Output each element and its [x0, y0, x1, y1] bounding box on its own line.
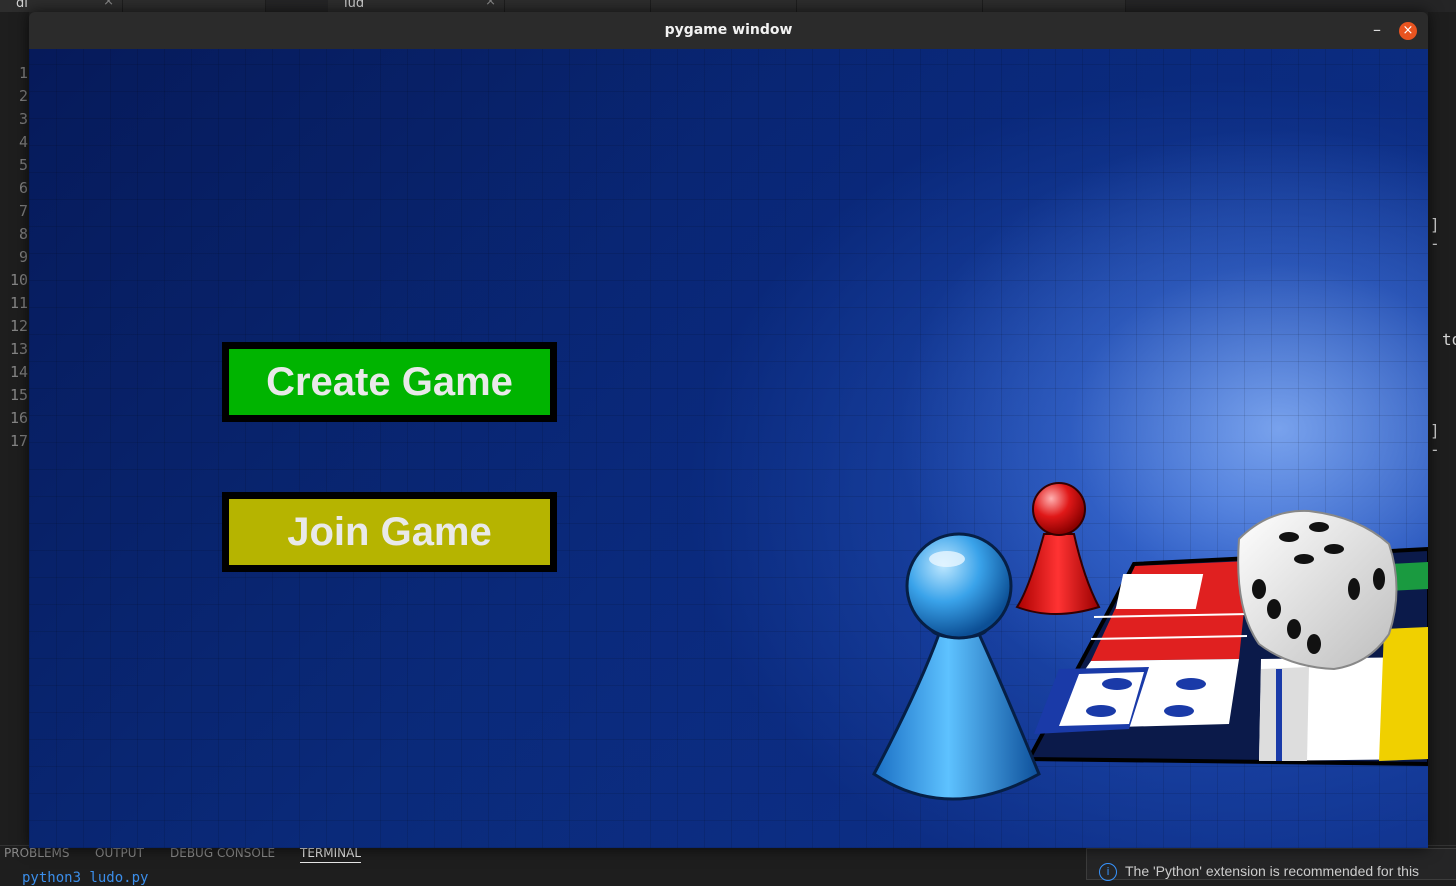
line-number: 5	[18, 156, 28, 174]
line-number: 2	[18, 87, 28, 105]
editor-tab[interactable]	[651, 0, 797, 12]
line-number: 16	[9, 409, 28, 427]
tab-terminal[interactable]: TERMINAL	[300, 846, 362, 863]
line-number: 13	[9, 340, 28, 358]
code-fragment: to	[1442, 330, 1456, 349]
ludo-artwork	[872, 482, 1428, 801]
line-number: 14	[9, 363, 28, 381]
line-number: 15	[9, 386, 28, 404]
line-number: 4	[18, 133, 28, 151]
tab-debug-console[interactable]: DEBUG CONSOLE	[170, 846, 275, 860]
minimize-button[interactable]: –	[1367, 20, 1387, 40]
line-number-gutter: 1 2 3 4 5 6 7 8 9 10 11 12 13 14 15 16 1…	[0, 62, 30, 453]
editor-tab[interactable]	[123, 0, 266, 12]
line-number: 8	[18, 225, 28, 243]
tab-problems[interactable]: PROBLEMS	[4, 846, 70, 860]
red-pawn	[1015, 482, 1101, 615]
blue-pawn	[872, 532, 1041, 801]
game-canvas: Create Game Join Game	[29, 49, 1428, 848]
line-number: 12	[9, 317, 28, 335]
terminal-line: python3 ludo.py	[22, 870, 149, 886]
window-title: pygame window	[664, 22, 793, 38]
line-number: 6	[18, 179, 28, 197]
notification-toast[interactable]: i The 'Python' extension is recommended …	[1086, 848, 1456, 881]
line-number: 17	[9, 432, 28, 450]
editor-tab[interactable]	[797, 0, 983, 12]
close-icon[interactable]: ×	[103, 0, 114, 9]
tab-output[interactable]: OUTPUT	[95, 846, 144, 860]
dice-icon	[1237, 509, 1398, 671]
editor-tab[interactable]	[505, 0, 651, 12]
close-button[interactable]: ×	[1399, 22, 1417, 40]
create-game-button[interactable]: Create Game	[222, 342, 557, 422]
notification-text: The 'Python' extension is recommended fo…	[1125, 863, 1420, 879]
line-number: 3	[18, 110, 28, 128]
editor-tab[interactable]: lud ×	[328, 0, 505, 12]
line-number: 1	[18, 64, 28, 82]
pygame-window: pygame window – × Create Game Join Game	[29, 12, 1428, 848]
editor-tab-label: lud	[344, 0, 365, 11]
code-fragment: ] -	[1430, 421, 1440, 459]
editor-tab-label: di	[16, 0, 28, 11]
line-number: 7	[18, 202, 28, 220]
info-icon: i	[1099, 863, 1117, 881]
code-fragment: ] -	[1430, 215, 1440, 253]
line-number: 11	[9, 294, 28, 312]
editor-tab[interactable]: di ×	[0, 0, 123, 12]
window-titlebar[interactable]: pygame window – ×	[29, 12, 1428, 49]
editor-tab[interactable]	[983, 0, 1126, 12]
line-number: 10	[9, 271, 28, 289]
join-game-button[interactable]: Join Game	[222, 492, 557, 572]
close-icon[interactable]: ×	[485, 0, 496, 9]
editor-tab-bar: di × lud ×	[0, 0, 1456, 12]
line-number: 9	[18, 248, 28, 266]
